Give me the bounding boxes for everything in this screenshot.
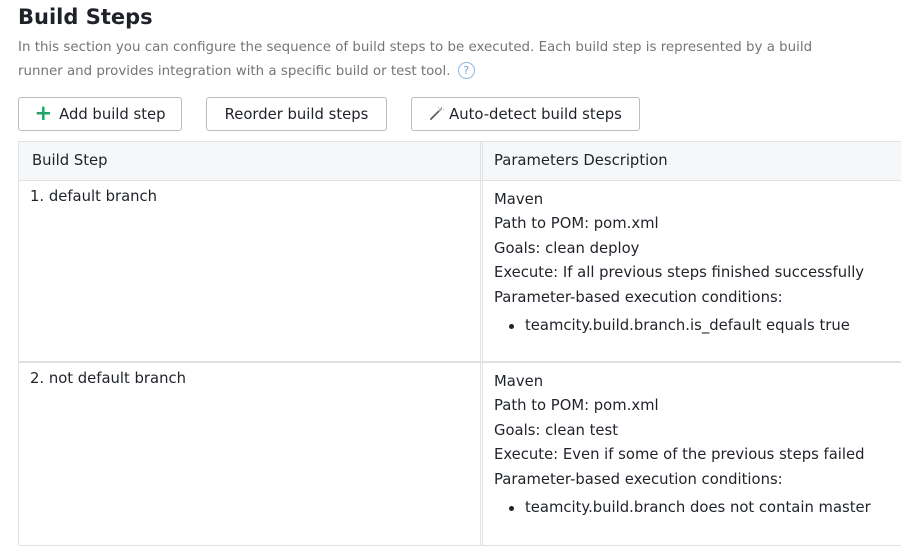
execute-policy: Execute: If all previous steps finished … [494, 264, 865, 282]
add-build-step-button[interactable]: + Add build step [18, 97, 182, 131]
description-text: In this section you can configure the se… [18, 40, 813, 79]
column-header-parameters: Parameters Description [494, 152, 668, 169]
conditions-label: Parameter-based execution conditions: [494, 470, 783, 488]
goals: Goals: clean deploy [494, 239, 640, 257]
auto-detect-build-steps-label: Auto-detect build steps [449, 105, 622, 123]
build-step-name[interactable]: 1. default branch [30, 188, 157, 205]
build-steps-table: Build Step Parameters Description 1. def… [18, 141, 901, 546]
magic-wand-icon [430, 106, 445, 120]
table-header: Build Step Parameters Description [19, 142, 901, 181]
conditions-list: teamcity.build.branch.is_default equals … [494, 314, 864, 338]
column-divider [482, 142, 483, 546]
conditions-label: Parameter-based execution conditions: [494, 288, 783, 306]
pom-path: Path to POM: pom.xml [494, 397, 659, 415]
goals: Goals: clean test [494, 421, 619, 439]
condition-item: teamcity.build.branch does not contain m… [494, 496, 871, 520]
section-description: In this section you can configure the se… [18, 36, 818, 84]
reorder-build-steps-button[interactable]: Reorder build steps [206, 97, 387, 131]
conditions-list: teamcity.build.branch does not contain m… [494, 496, 871, 520]
plus-icon: + [34, 100, 53, 125]
reorder-build-steps-label: Reorder build steps [224, 105, 369, 123]
column-header-build-step: Build Step [32, 152, 108, 169]
auto-detect-build-steps-button[interactable]: Auto-detect build steps [411, 97, 640, 131]
parameters-description: Maven Path to POM: pom.xml Goals: clean … [494, 188, 864, 338]
build-step-name[interactable]: 2. not default branch [30, 370, 186, 387]
column-divider [480, 142, 481, 546]
execute-policy: Execute: Even if some of the previous st… [494, 446, 865, 464]
parameters-description: Maven Path to POM: pom.xml Goals: clean … [494, 370, 871, 520]
runner-type: Maven [494, 373, 544, 390]
add-build-step-label: Add build step [59, 105, 166, 123]
pom-path: Path to POM: pom.xml [494, 215, 659, 233]
page-title: Build Steps [18, 5, 153, 29]
table-row[interactable]: 2. not default branch Maven Path to POM:… [19, 363, 901, 546]
help-icon[interactable]: ? [457, 61, 475, 79]
build-steps-page: Build Steps In this section you can conf… [0, 0, 901, 560]
condition-item: teamcity.build.branch.is_default equals … [494, 314, 864, 338]
runner-type: Maven [494, 191, 544, 208]
table-row[interactable]: 1. default branch Maven Path to POM: pom… [19, 181, 901, 363]
